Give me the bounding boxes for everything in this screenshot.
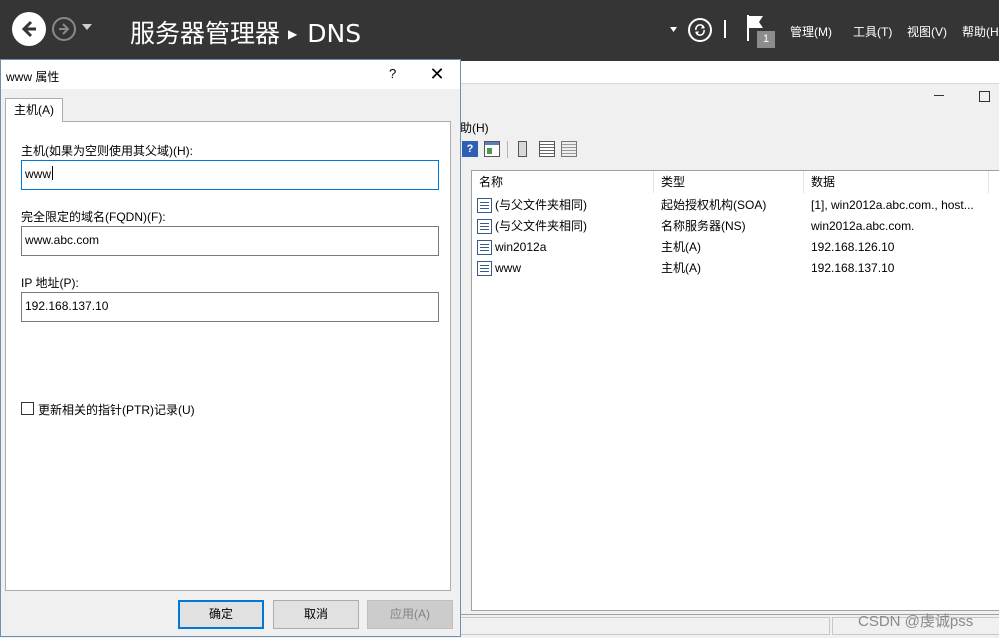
text-caret: [52, 166, 53, 180]
forward-button[interactable]: [52, 17, 76, 41]
status-segment: [460, 617, 830, 635]
history-dropdown-icon[interactable]: [82, 24, 92, 30]
dns-record-icon: [477, 261, 492, 276]
fqdn-label: 完全限定的域名(FQDN)(F):: [21, 210, 166, 224]
arrow-left-icon: [21, 20, 36, 38]
record-type: 起始授权机构(SOA): [661, 198, 767, 212]
record-list-icon[interactable]: [539, 141, 555, 157]
host-input-value: www: [25, 167, 51, 181]
ip-address-label: IP 地址(P):: [21, 276, 79, 290]
menu-manage[interactable]: 管理(M): [790, 23, 832, 40]
host-label: 主机(如果为空则使用其父域)(H):: [21, 144, 193, 158]
dns-record-icon: [477, 198, 492, 213]
apply-button[interactable]: 应用(A): [367, 600, 453, 629]
record-name: (与父文件夹相同): [495, 198, 587, 212]
record-data: 192.168.137.10: [811, 261, 895, 275]
dropdown-icon[interactable]: [670, 27, 677, 32]
breadcrumb: 服务器管理器 ▶ DNS: [130, 14, 361, 50]
record-properties-icon[interactable]: [561, 141, 577, 157]
menu-tools[interactable]: 工具(T): [853, 23, 892, 40]
record-type: 主机(A): [661, 240, 701, 254]
record-name: www: [495, 261, 521, 275]
toolbar-divider: [724, 20, 726, 38]
table-row[interactable]: (与父文件夹相同) 起始授权机构(SOA) [1], win2012a.abc.…: [472, 195, 999, 216]
ip-address-input[interactable]: 192.168.137.10: [21, 292, 439, 322]
menu-view[interactable]: 视图(V): [907, 23, 947, 40]
server-icon[interactable]: [518, 141, 527, 157]
table-row[interactable]: www 主机(A) 192.168.137.10: [472, 258, 999, 279]
minimize-icon[interactable]: [934, 95, 944, 96]
help-topic-icon[interactable]: ?: [462, 141, 478, 157]
tab-host-a[interactable]: 主机(A): [5, 98, 63, 122]
column-name[interactable]: 名称: [472, 171, 654, 193]
table-row[interactable]: (与父文件夹相同) 名称服务器(NS) win2012a.abc.com.: [472, 216, 999, 237]
table-row[interactable]: win2012a 主机(A) 192.168.126.10: [472, 237, 999, 258]
refresh-button[interactable]: [688, 18, 712, 42]
menu-help[interactable]: 帮助(H: [962, 23, 999, 40]
toolbar-divider: [507, 141, 508, 158]
close-button[interactable]: ✕: [425, 63, 449, 85]
tab-panel: 主机(如果为空则使用其父域)(H): www 完全限定的域名(FQDN)(F):…: [5, 121, 451, 591]
cancel-button[interactable]: 取消: [273, 600, 359, 629]
maximize-icon[interactable]: [979, 91, 990, 102]
back-button[interactable]: [12, 12, 46, 46]
chevron-right-icon: ▶: [288, 27, 298, 41]
breadcrumb-app[interactable]: 服务器管理器: [130, 19, 280, 48]
dns-record-icon: [477, 219, 492, 234]
refresh-icon: [695, 24, 705, 36]
console-toolbar: ?: [462, 140, 999, 160]
dialog-title-bar: www 属性 ? ✕: [1, 60, 460, 89]
console-body: 助(H) ? 名称 类型 数据 (与父文件夹相同) 起始授权机构(SOA) [1…: [455, 84, 999, 638]
server-manager-header: 服务器管理器 ▶ DNS 1 管理(M) 工具(T) 视图(V) 帮助(H: [0, 0, 999, 61]
record-data: win2012a.abc.com.: [811, 219, 915, 233]
record-type: 主机(A): [661, 261, 701, 275]
record-name: (与父文件夹相同): [495, 219, 587, 233]
record-type: 名称服务器(NS): [661, 219, 746, 233]
record-data: 192.168.126.10: [811, 240, 895, 254]
ptr-checkbox-label[interactable]: 更新相关的指针(PTR)记录(U): [38, 401, 195, 418]
ptr-checkbox[interactable]: [21, 402, 34, 415]
record-list: 名称 类型 数据 (与父文件夹相同) 起始授权机构(SOA) [1], win2…: [471, 170, 999, 611]
column-type[interactable]: 类型: [654, 171, 804, 193]
arrow-right-icon: [59, 23, 70, 35]
record-name: win2012a: [495, 240, 547, 254]
console-menu-help[interactable]: 助(H): [460, 119, 489, 136]
console-top-strip: [455, 61, 999, 84]
help-button[interactable]: ?: [389, 66, 396, 81]
console-tree-icon[interactable]: [484, 141, 500, 157]
column-data[interactable]: 数据: [804, 171, 989, 193]
watermark: CSDN @虔诚pss: [858, 613, 974, 630]
record-properties-dialog: www 属性 ? ✕ 主机(A) 主机(如果为空则使用其父域)(H): www …: [0, 59, 461, 637]
breadcrumb-page: DNS: [307, 19, 362, 48]
dns-manager-window: 助(H) ? 名称 类型 数据 (与父文件夹相同) 起始授权机构(SOA) [1…: [455, 61, 999, 638]
dns-record-icon: [477, 240, 492, 255]
ok-button[interactable]: 确定: [178, 600, 264, 629]
dialog-title: www 属性: [6, 70, 60, 84]
notification-count-badge: 1: [757, 31, 775, 48]
host-input[interactable]: www: [21, 160, 439, 190]
record-data: [1], win2012a.abc.com., host...: [811, 198, 974, 212]
fqdn-field[interactable]: www.abc.com: [21, 226, 439, 256]
